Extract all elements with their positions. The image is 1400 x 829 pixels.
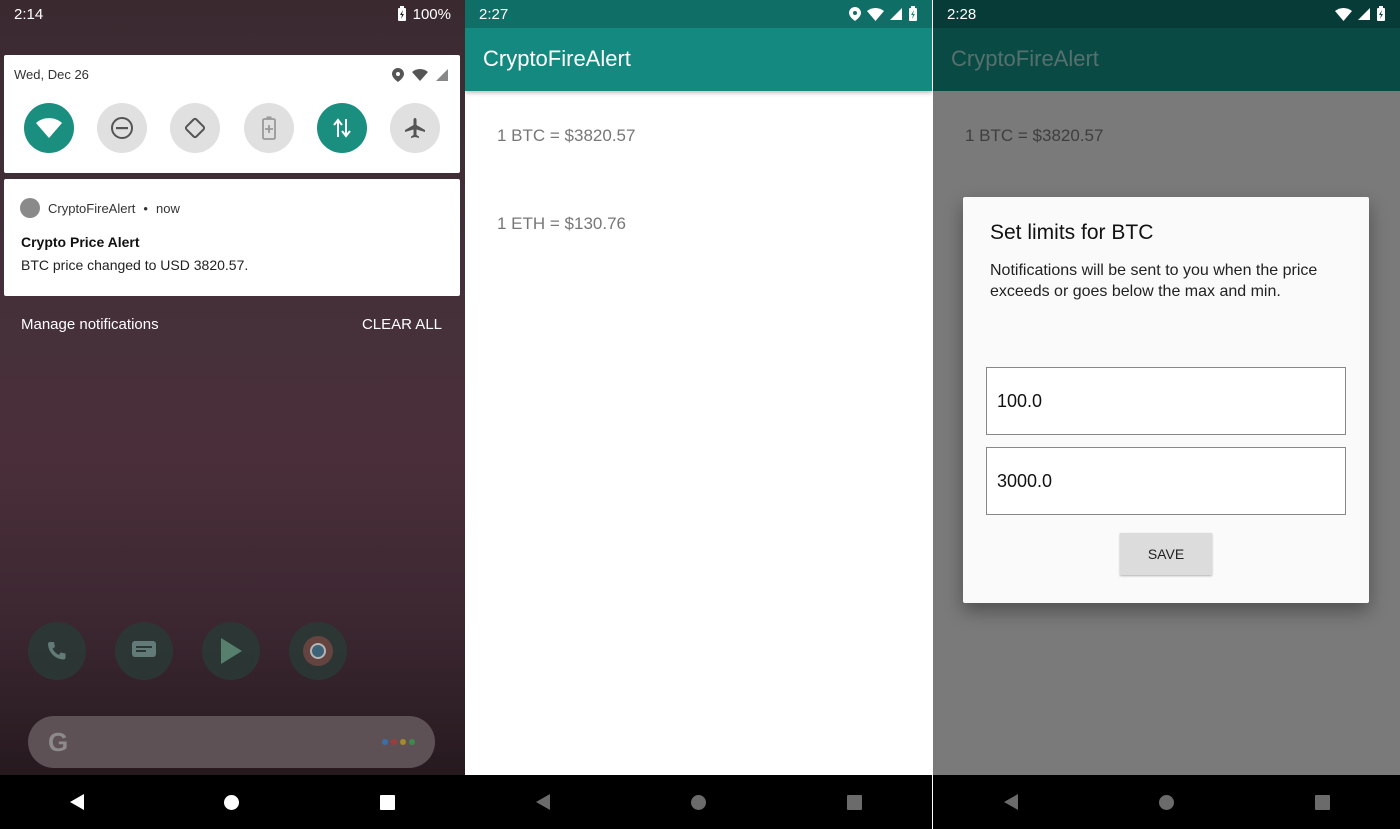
nav-bar (933, 775, 1400, 829)
wifi-signal-icon (1335, 7, 1352, 21)
max-limit-input[interactable] (986, 447, 1346, 515)
battery-charging-icon (1377, 6, 1385, 21)
notification-separator: • (143, 200, 148, 216)
auto-rotate-icon (185, 117, 206, 139)
shade-actions: Manage notifications CLEAR ALL (21, 316, 442, 333)
notification-time: now (155, 200, 180, 216)
cell-signal-icon (436, 69, 448, 81)
do-not-disturb-icon (110, 117, 133, 139)
back-button[interactable] (535, 794, 550, 810)
eth-price-row[interactable]: 1 ETH = $130.76 (497, 214, 626, 234)
set-limits-dialog: Set limits for BTC Notifications will be… (963, 197, 1369, 603)
battery-percent: 100% (412, 5, 451, 23)
app-main-screen: CryptoFireAlert 2:27 1 BTC = $3820.57 1 … (465, 0, 932, 829)
cell-signal-icon (890, 8, 902, 20)
status-time: 2:27 (479, 5, 509, 23)
limits-dialog-screen: CryptoFireAlert 2:28 1 BTC = $3820.57 Se… (933, 0, 1400, 829)
status-bar: 2:14 100% (0, 0, 465, 28)
phone-icon (48, 642, 66, 660)
cell-signal-icon (1358, 8, 1370, 20)
app-icon (20, 198, 40, 218)
wifi-icon (35, 118, 62, 138)
auto-rotate-tile[interactable] (170, 103, 221, 153)
mobile-data-icon (333, 118, 351, 138)
home-button[interactable] (1158, 794, 1174, 810)
nav-bar (0, 775, 465, 829)
assistant-icon[interactable] (382, 739, 415, 745)
min-limit-input[interactable] (986, 367, 1346, 435)
notification-shade-screen: 2:14 100% Wed, Dec 26 CryptoFireAlert • … (0, 0, 465, 829)
messages-app[interactable] (115, 622, 173, 680)
btc-price-row[interactable]: 1 BTC = $3820.57 (497, 126, 635, 146)
home-button[interactable] (224, 794, 240, 810)
battery-saver-tile[interactable] (243, 103, 294, 153)
chrome-icon (303, 636, 333, 666)
home-button[interactable] (690, 794, 706, 810)
notification-title: Crypto Price Alert (21, 234, 140, 250)
play-store-app[interactable] (202, 622, 260, 680)
notification-card[interactable]: CryptoFireAlert • now Crypto Price Alert… (4, 179, 460, 296)
dialog-message: Notifications will be sent to you when t… (990, 262, 1318, 300)
mobile-data-tile[interactable] (316, 103, 367, 153)
battery-charging-icon (909, 6, 917, 21)
save-button[interactable]: SAVE (1120, 533, 1212, 575)
status-bar: 2:27 (465, 0, 932, 28)
airplane-mode-icon (405, 118, 426, 138)
wifi-signal-icon (867, 7, 884, 21)
google-logo-icon: G (48, 726, 69, 757)
location-icon (849, 7, 861, 21)
message-icon (132, 641, 156, 657)
home-dock (28, 622, 347, 680)
back-button[interactable] (70, 794, 85, 810)
app-title: CryptoFireAlert (951, 46, 1099, 71)
nav-bar (465, 775, 932, 829)
qs-date: Wed, Dec 26 (14, 67, 89, 82)
status-time: 2:28 (947, 5, 977, 23)
battery-saver-icon (261, 116, 276, 140)
airplane-mode-tile[interactable] (390, 103, 441, 153)
recents-button[interactable] (1314, 794, 1330, 810)
notification-header: CryptoFireAlert • now (20, 198, 180, 218)
clear-all-button[interactable]: CLEAR ALL (362, 316, 442, 333)
manage-notifications-button[interactable]: Manage notifications (21, 316, 159, 333)
chrome-app[interactable] (289, 622, 347, 680)
notification-app-name: CryptoFireAlert (48, 200, 136, 216)
google-search-bar[interactable]: G (28, 716, 435, 768)
status-bar: 2:28 (933, 0, 1400, 28)
app-title: CryptoFireAlert (483, 46, 631, 71)
play-store-icon (221, 638, 242, 664)
btc-price-row: 1 BTC = $3820.57 (965, 126, 1104, 145)
quick-settings-tiles (4, 103, 460, 153)
status-time: 2:14 (14, 5, 44, 23)
back-button[interactable] (1003, 794, 1018, 810)
wifi-signal-icon (412, 69, 428, 81)
wifi-tile[interactable] (23, 103, 74, 153)
recents-button[interactable] (846, 794, 862, 810)
location-icon (392, 68, 404, 82)
phone-app[interactable] (28, 622, 86, 680)
recents-button[interactable] (379, 794, 395, 810)
battery-charging-icon (397, 6, 406, 21)
dnd-tile[interactable] (96, 103, 147, 153)
quick-settings-panel: Wed, Dec 26 (4, 55, 460, 173)
dialog-title: Set limits for BTC (990, 221, 1154, 244)
notification-body: BTC price changed to USD 3820.57. (21, 257, 249, 273)
